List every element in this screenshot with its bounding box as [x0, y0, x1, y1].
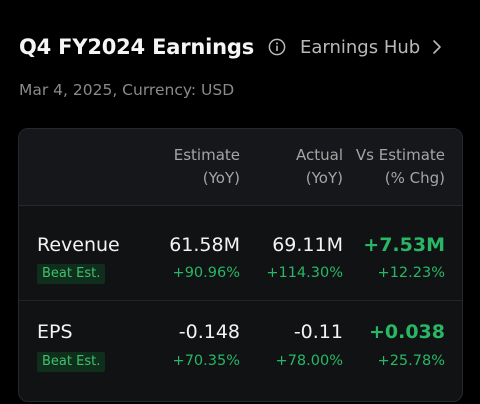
estimate-yoy: +70.35%	[172, 353, 240, 369]
earnings-table-card: Estimate (YoY) Actual (YoY) Vs Estimate …	[18, 128, 463, 402]
actual-yoy: +78.00%	[275, 353, 343, 369]
vs-estimate-value: +7.53M	[363, 234, 445, 256]
actual-yoy: +114.30%	[266, 265, 343, 281]
earnings-hub-link[interactable]: Earnings Hub	[300, 37, 444, 58]
table-header: Estimate (YoY) Actual (YoY) Vs Estimate …	[19, 129, 462, 206]
vs-estimate-pct: +12.23%	[377, 265, 445, 281]
beat-estimate-badge: Beat Est.	[37, 352, 106, 372]
actual-value: -0.11	[293, 321, 343, 343]
earnings-header: Q4 FY2024 Earnings Earnings Hub	[19, 30, 469, 64]
actual-value: 69.11M	[272, 234, 343, 256]
report-date-currency: Mar 4, 2025, Currency: USD	[19, 81, 235, 99]
vs-estimate-value: +0.038	[368, 321, 445, 343]
earnings-hub-label: Earnings Hub	[300, 36, 421, 58]
estimate-value: 61.58M	[169, 234, 240, 256]
column-header-actual: Actual (YoY)	[296, 146, 343, 187]
column-header-estimate: Estimate (YoY)	[173, 146, 240, 187]
metric-name: EPS	[37, 321, 73, 343]
info-circle-icon[interactable]	[267, 38, 286, 57]
column-header-vs-estimate: Vs Estimate (% Chg)	[355, 146, 445, 187]
table-row-revenue[interactable]: Revenue Beat Est. 61.58M +90.96% 69.11M …	[19, 206, 462, 301]
beat-estimate-badge: Beat Est.	[37, 264, 106, 284]
chevron-right-icon	[432, 38, 444, 56]
estimate-value: -0.148	[178, 321, 240, 343]
table-row-eps[interactable]: EPS Beat Est. -0.148 +70.35% -0.11 +78.0…	[19, 301, 462, 395]
page-title: Q4 FY2024 Earnings	[19, 35, 254, 59]
estimate-yoy: +90.96%	[172, 265, 240, 281]
metric-name: Revenue	[37, 234, 120, 256]
vs-estimate-pct: +25.78%	[377, 353, 445, 369]
